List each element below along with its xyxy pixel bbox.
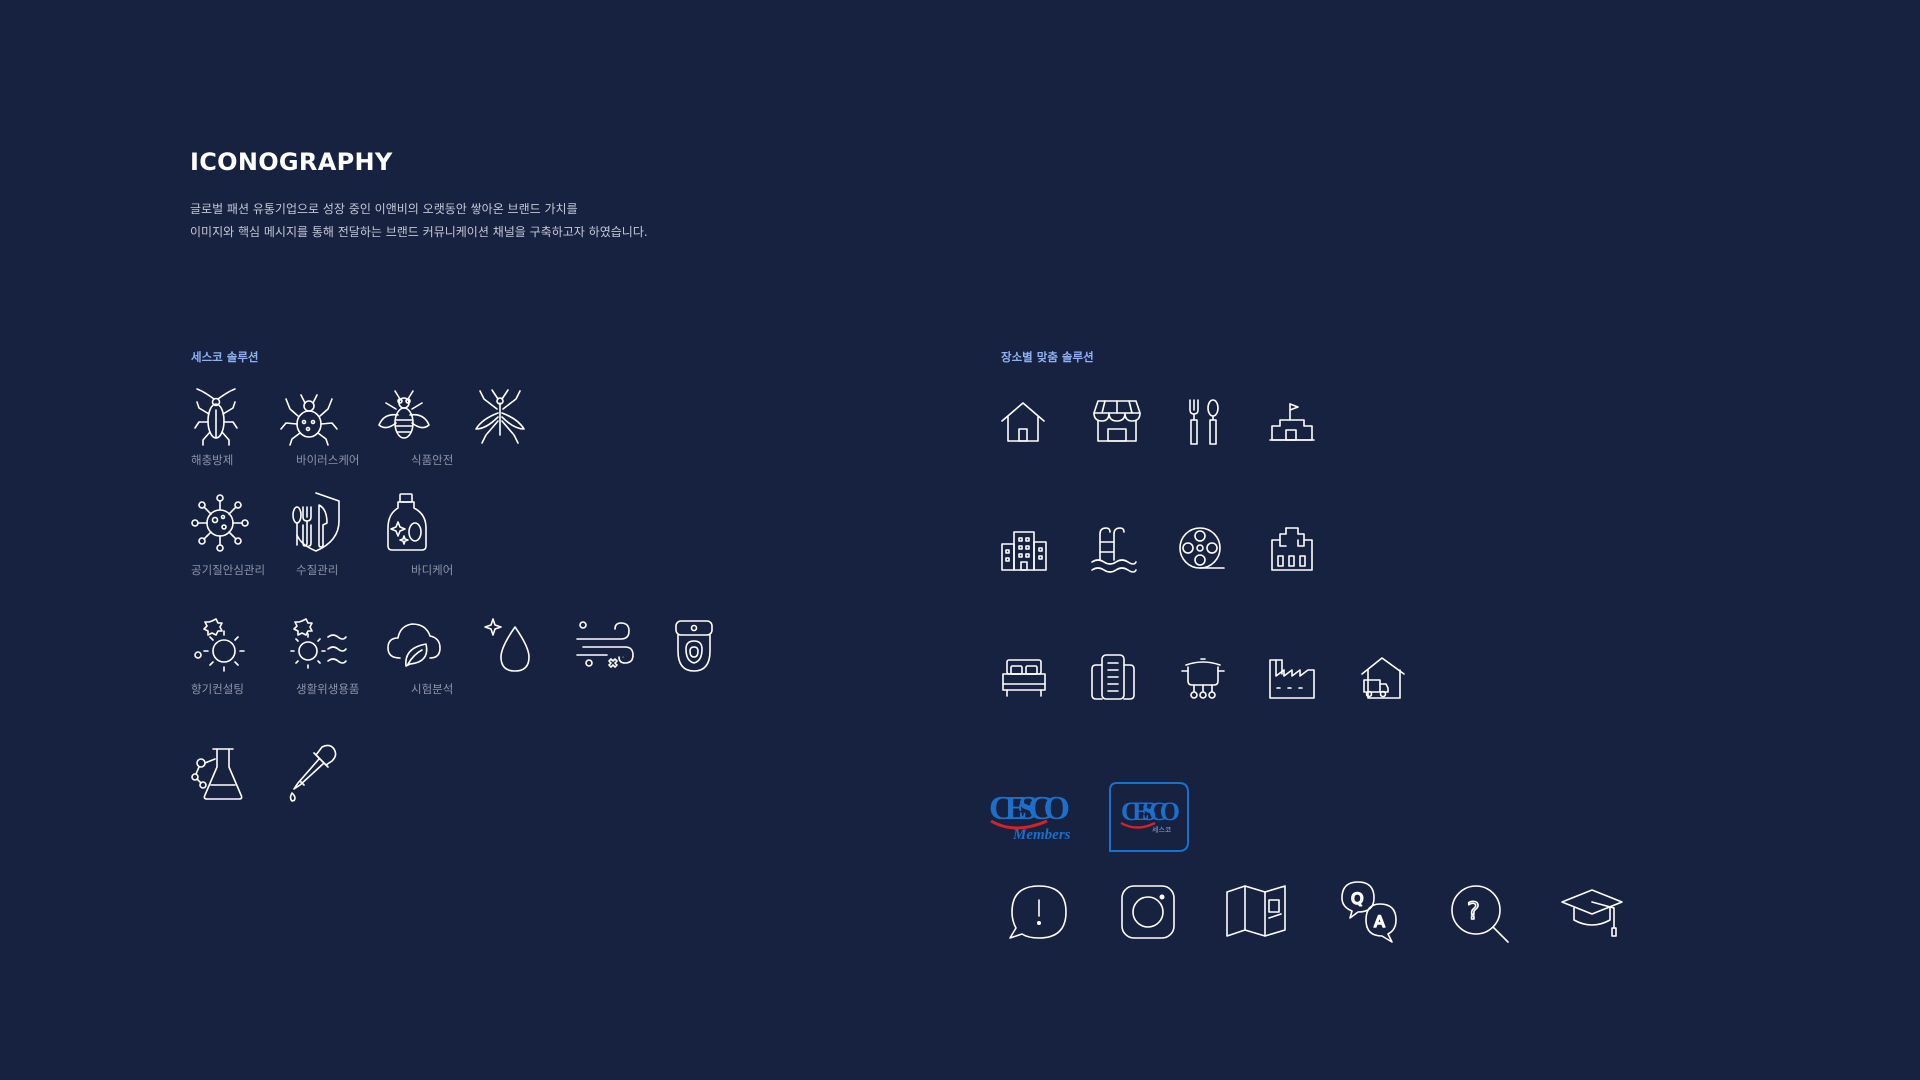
graduation-cap-icon: [1560, 886, 1624, 938]
sun-wave-icon: [288, 617, 348, 673]
dropper-icon: [286, 743, 338, 803]
brochure-icon: [1225, 884, 1287, 938]
cloud-leaf-icon: [386, 618, 442, 670]
description-line-2: 이미지와 핵심 메시지를 통해 전달하는 브랜드 커뮤니케이션 채널을 구축하고…: [190, 225, 648, 239]
virus-icon: [191, 494, 249, 552]
store-icon: [1092, 399, 1142, 445]
faq-search-icon: ?: [1450, 884, 1512, 946]
section-label-place-solution: 장소별 맞춤 솔루션: [1001, 350, 1094, 364]
qa-icon: Q A: [1338, 880, 1402, 944]
svg-text:?: ?: [1467, 897, 1480, 925]
label-pest-control: 해충방제: [191, 453, 234, 467]
tick-icon: [280, 391, 338, 446]
toilet-icon: [674, 619, 714, 673]
label-test-analysis: 시험분석: [411, 682, 454, 696]
warehouse-truck-icon: [1360, 654, 1406, 700]
office-building-icon: [1000, 528, 1048, 572]
factory-icon: [1268, 654, 1316, 700]
svg-text:A: A: [1374, 912, 1385, 931]
hotel-bed-icon: [1001, 656, 1047, 698]
notice-bubble-icon: [1008, 884, 1070, 942]
cesco-members-logo: CESCO Members: [987, 785, 1075, 845]
house-icon: [1000, 399, 1046, 445]
label-food-safety: 식품안전: [411, 453, 454, 467]
sun-gear-icon: [192, 617, 248, 673]
label-scent-consulting: 향기컨설팅: [191, 682, 244, 696]
label-air-quality: 공기질안심관리: [191, 563, 266, 577]
mosquito-icon: [472, 389, 528, 445]
description-line-1: 글로벌 패션 유통기업으로 성장 중인 이앤비의 오랫동안 쌓아온 브랜드 가치…: [190, 202, 578, 216]
section-label-cesco-solution: 세스코 솔루션: [191, 350, 259, 364]
apartment-icon: [1090, 653, 1136, 701]
label-virus-care: 바이러스케어: [296, 453, 360, 467]
label-hygiene-products: 생활위생용품: [296, 682, 360, 696]
bottle-icon: [384, 492, 430, 552]
page-title: ICONOGRAPHY: [190, 148, 393, 176]
page-description: 글로벌 패션 유통기업으로 성장 중인 이앤비의 오랫동안 쌓아온 브랜드 가치…: [190, 198, 648, 244]
shield-utensils-icon: [289, 491, 343, 553]
pool-icon: [1090, 526, 1138, 574]
label-body-care: 바디케어: [411, 563, 454, 577]
cesco-members-wordmark: CESCO: [989, 790, 1069, 827]
droplet-icon: [483, 617, 533, 673]
wind-icon: [575, 619, 635, 671]
hospital-icon: [1268, 526, 1316, 572]
flask-icon: [191, 745, 245, 801]
school-icon: [1268, 400, 1316, 444]
cockroach-icon: [191, 388, 241, 446]
label-water-quality: 수질관리: [296, 563, 339, 577]
cesco-app-sub: 세스코: [1152, 825, 1172, 834]
svg-text:Q: Q: [1351, 889, 1364, 908]
kitchen-pot-icon: [1180, 653, 1226, 701]
instagram-icon: [1120, 884, 1176, 940]
fly-icon: [376, 389, 432, 445]
film-reel-icon: [1178, 526, 1226, 574]
cesco-members-sub: Members: [1012, 827, 1071, 843]
cesco-app-logo: CESCO 세스코: [1109, 782, 1189, 852]
restaurant-icon: [1186, 398, 1222, 446]
cesco-app-wordmark: CESCO: [1121, 797, 1179, 826]
